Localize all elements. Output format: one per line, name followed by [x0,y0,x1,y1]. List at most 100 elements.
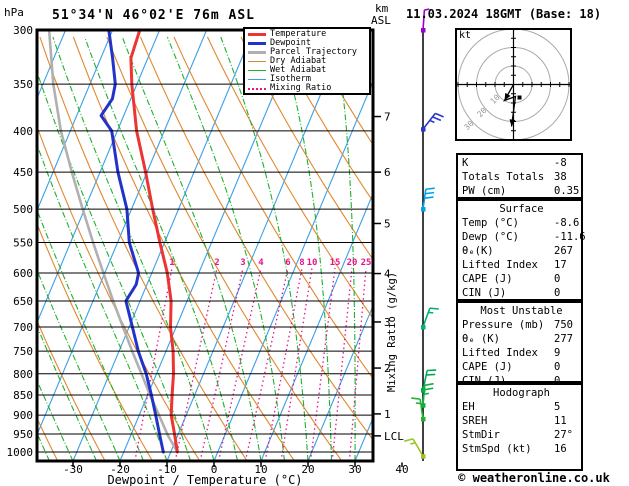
panel-hodograph-stats-row: EH 5 [462,400,581,414]
panel-hodograph-stats-row: StmSpd (kt) 16 [462,442,581,456]
pressure-tick-label: 1000 [7,446,34,459]
pressure-tick-label: 650 [13,295,33,308]
mixing-ratio-value-label: 15 [330,258,341,268]
dry-adiabat-line [39,36,248,461]
legend-item: Mixing Ratio [248,84,369,93]
wind-barb-half-feather [410,441,416,445]
page-title: 51°34'N 46°02'E 76m ASL [52,8,256,23]
panel-surface-row-label: CAPE (J) [462,273,513,285]
panel-most-unstable-row-label: Pressure (mb) [462,319,545,331]
pressure-tick-label: 600 [13,267,33,280]
dry-adiabat-line [72,36,295,461]
panel-indices-row-value: 0.35 [554,185,580,197]
panel-surface-title: Surface [499,203,544,215]
wet-adiabat-line [166,36,286,461]
mixing-ratio-value-label: 10 [307,258,318,268]
panel-hodograph-stats-row-label: SREH [462,415,488,427]
panel-hodograph-stats-row-value: 5 [554,401,561,413]
mixing-ratio-value-label: 25 [361,258,372,268]
wet-adiabat-line [402,37,425,461]
hodograph-frame [455,28,572,141]
panel-indices-row-label: Totals Totals [462,171,545,183]
panel-most-unstable-row: Pressure (mb) 750 [462,318,581,332]
pressure-tick-label: 700 [13,321,33,334]
temp-tick-label: 30 [348,463,361,476]
panel-most-unstable-title: Most Unstable [480,305,563,317]
wind-barb-feather [424,382,434,387]
panel-hodograph-stats-row-label: EH [462,401,475,413]
panel-surface-row-value: -8.6 [554,217,580,229]
wind-barb-feather [432,116,442,122]
altitude-axis-unit-asl: ASL [371,14,391,27]
legend-line-sample [248,42,266,45]
mixing-ratio-value-label: 4 [258,258,264,268]
mixing-ratio-value-label: 8 [299,258,304,268]
panel-surface-row-label: Dewp (°C) [462,231,519,243]
panel-surface-row: CIN (J) 0 [462,286,581,300]
panel-most-unstable-row-value: 9 [554,347,561,359]
wet-adiabat-line [0,37,3,461]
pressure-tick-label: 750 [13,345,33,358]
panel-indices-row: K -8 [462,156,581,170]
sounding-app: 1 2 3 4 6 8 10 15 20 25 300 350 400 450 500 550 600 650 70… [0,0,629,486]
panel-surface-row: CAPE (J) 0 [462,272,581,286]
mixing-ratio-line [309,267,336,461]
wind-barb-feather [424,387,434,391]
panel-most-unstable-row-value: 750 [554,319,573,331]
mixing-ratio-value-label: 20 [347,258,358,268]
legend-line-sample [248,51,266,54]
wind-barb-feather [425,191,435,195]
temp-tick-label: -30 [63,463,83,476]
legend-box: Temperature Dewpoint Parcel Trajectory Dry … [243,27,371,95]
wind-barb-feather [424,196,434,199]
pressure-tick-label: 950 [13,428,33,441]
legend-line-sample [248,70,266,71]
wind-barb-feather [429,307,439,310]
run-datetime: 11.03.2024 18GMT (Base: 18) [406,7,602,21]
wet-adiabat-line [37,70,192,461]
dry-adiabat-line [173,36,373,380]
wet-adiabat-line [220,36,309,461]
panel-hodograph-stats-row-value: 16 [554,443,567,455]
panel-indices: K -8 Totals Totals 38 PW (cm) 0.35 [456,153,583,199]
panel-most-unstable-row: CAPE (J) 0 [462,360,581,374]
wind-barb-feather [404,438,414,442]
panel-most-unstable-row-value: 0 [554,361,561,373]
dry-adiabat-line [139,36,373,441]
mixing-ratio-axis-label: Mixing Ratio (g/kg) [386,271,398,392]
copyright-watermark: © weatheronline.co.uk [458,471,610,485]
mixing-ratio-line [199,267,244,461]
panel-most-unstable-row-label: θₑ (K) [462,333,500,345]
pressure-tick-label: 900 [13,409,33,422]
panel-hodograph-stats-row: SREH 11 [462,414,581,428]
panel-most-unstable-row-label: CAPE (J) [462,361,513,373]
dry-adiabat-line [0,37,10,461]
panel-surface-row-value: 267 [554,245,573,257]
mixing-ratio-value-label: 2 [214,258,219,268]
legend-line-sample [248,87,266,90]
panel-indices-row: Totals Totals 38 [462,170,581,184]
pressure-tick-label: 350 [13,78,33,91]
panel-most-unstable-row-value: 277 [554,333,573,345]
panel-surface-row-value: 0 [554,273,561,285]
panel-surface-row: θₑ(K) 267 [462,244,581,258]
isotherm-line [72,30,255,461]
panel-surface-row-label: CIN (J) [462,287,507,299]
panel-indices-row-label: K [462,157,469,169]
panel-surface-row-value: 0 [554,287,561,299]
panel-surface-row-label: Lifted Index [462,259,538,271]
panel-hodograph-stats-row-label: StmDir [462,429,500,441]
mixing-ratio-value-label: 3 [240,258,245,268]
lcl-label: LCL [384,430,404,443]
panel-most-unstable-row: Lifted Index 9 [462,346,581,360]
mixing-ratio-value-label: 6 [285,258,290,268]
panel-surface-row: Lifted Index 17 [462,258,581,272]
wind-barb [421,112,444,132]
mixing-ratio-line [264,267,303,461]
pressure-tick-label: 300 [13,24,33,37]
pressure-tick-label: 800 [13,368,33,381]
panel-surface-row-label: Temp (°C) [462,217,519,229]
wind-barb-half-feather [429,119,435,124]
temp-tick-label: 40 [395,463,408,476]
wind-barb-feather [435,112,444,118]
